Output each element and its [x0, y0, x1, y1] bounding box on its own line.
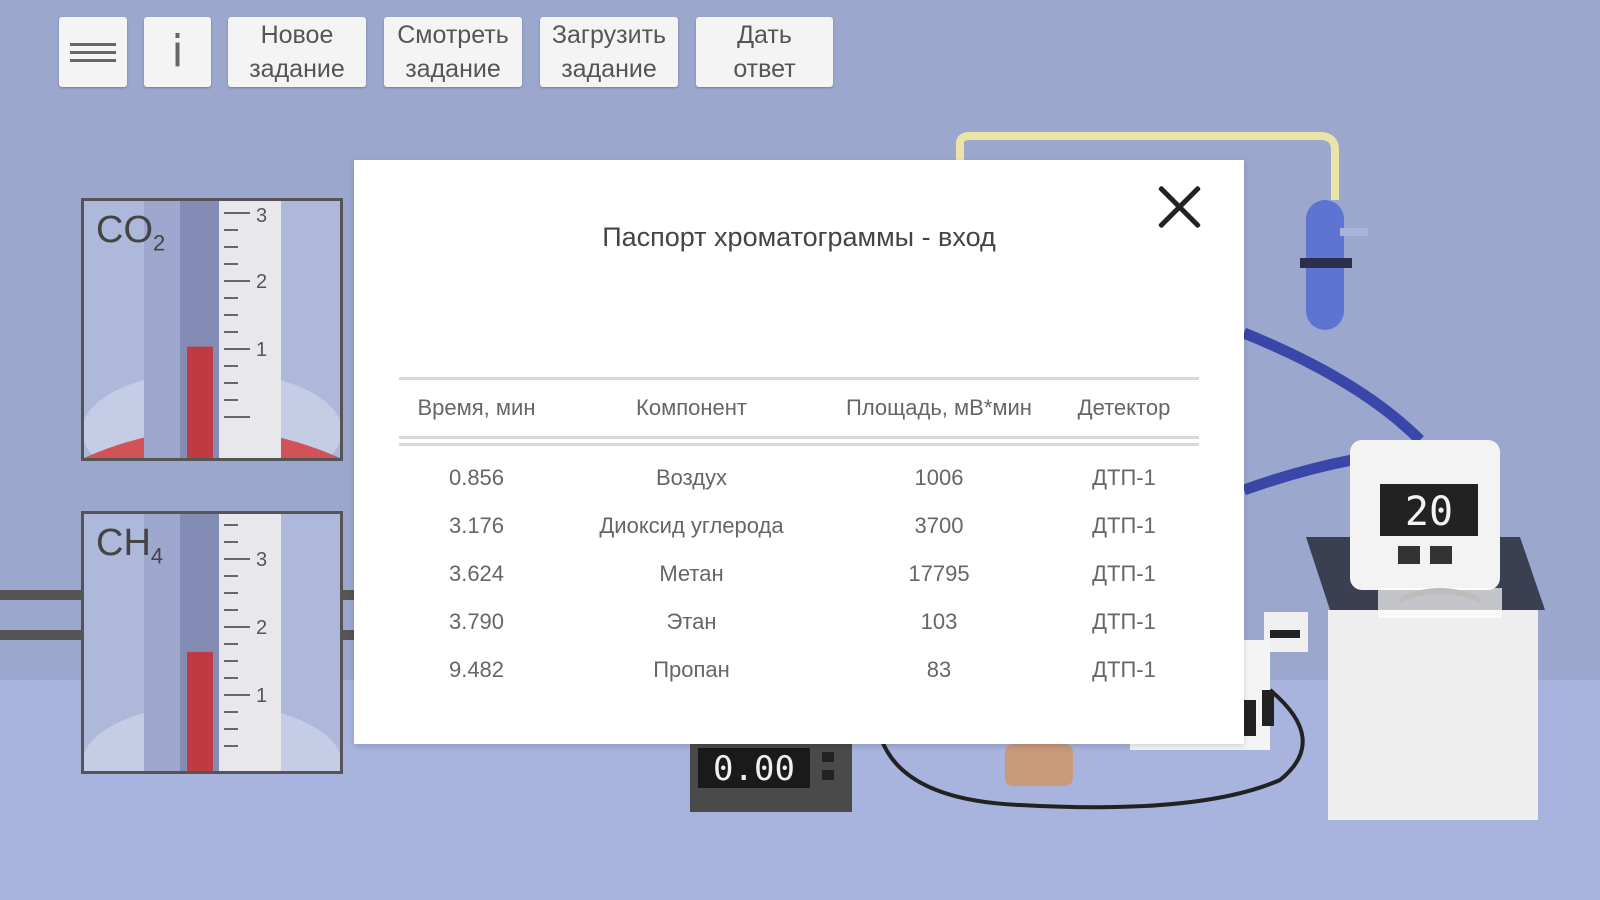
co2-scale-2: 2 — [256, 271, 268, 293]
table-row: 0.856 Воздух 1006 ДТП-1 — [399, 454, 1199, 502]
cell-time: 0.856 — [448, 465, 505, 490]
cell-component: Воздух — [655, 465, 728, 490]
cell-area: 103 — [920, 609, 958, 634]
cell-time: 3.624 — [448, 561, 505, 586]
ch4-scale-2: 2 — [256, 617, 268, 639]
co2-scale-3: 3 — [256, 205, 268, 227]
co2-label: CO2 — [96, 209, 166, 256]
give-answer-button[interactable]: Дать ответ — [696, 17, 833, 87]
dialog-title: Паспорт хроматограммы - вход — [602, 222, 996, 252]
cell-detector: ДТП-1 — [1092, 465, 1156, 490]
table-row: 3.624 Метан 17795 ДТП-1 — [399, 550, 1199, 598]
cell-detector: ДТП-1 — [1092, 561, 1156, 586]
ch4-scale-3: 3 — [256, 549, 268, 571]
cell-time: 3.790 — [448, 609, 505, 634]
co2-gauge: CO2 3 2 1 — [81, 198, 343, 461]
chromatogram-table: Время, мин Компонент Площадь, мВ*мин Дет… — [399, 377, 1199, 694]
cell-detector: ДТП-1 — [1092, 609, 1156, 634]
table-header: Время, мин Компонент Площадь, мВ*мин Дет… — [399, 380, 1199, 436]
ch4-gauge: CH4 3 2 1 — [81, 511, 343, 774]
load-task-button[interactable]: Загрузить задание — [540, 17, 678, 87]
cell-detector: ДТП-1 — [1092, 513, 1156, 538]
cell-area: 1006 — [914, 465, 964, 490]
info-button[interactable]: i — [144, 17, 211, 87]
ch4-liquid-column — [187, 651, 213, 771]
cell-area: 3700 — [914, 513, 964, 538]
menu-button[interactable] — [59, 17, 127, 87]
view-task-button[interactable]: Смотреть задание — [384, 17, 522, 87]
sample-jar — [1005, 744, 1073, 786]
cell-time: 9.482 — [448, 657, 505, 682]
co2-liquid-column — [187, 346, 213, 458]
cell-component: Метан — [659, 561, 724, 586]
header-area: Площадь, мВ*мин — [846, 395, 1032, 420]
ch4-label: CH4 — [96, 522, 164, 569]
cell-detector: ДТП-1 — [1092, 657, 1156, 682]
cell-component: Пропан — [653, 657, 730, 682]
cell-time: 3.176 — [448, 513, 505, 538]
cell-area: 83 — [926, 657, 952, 682]
header-component: Компонент — [636, 395, 747, 420]
cell-component: Диоксид углерода — [599, 513, 784, 538]
table-row: 9.482 Пропан 83 ДТП-1 — [399, 646, 1199, 694]
header-detector: Детектор — [1077, 395, 1171, 420]
cell-component: Этан — [666, 609, 717, 634]
thermostat-display: 20 — [1405, 489, 1453, 535]
table-row: 3.790 Этан 103 ДТП-1 — [399, 598, 1199, 646]
timer-display: 0.00 — [713, 749, 795, 789]
hamburger-icon — [70, 38, 116, 67]
header-time: Время, мин — [417, 395, 536, 420]
chromatogram-passport-dialog: Паспорт хроматограммы - вход Время, мин … — [354, 160, 1244, 744]
cell-area: 17795 — [908, 561, 970, 586]
table-row: 3.176 Диоксид углерода 3700 ДТП-1 — [399, 502, 1199, 550]
co2-scale-1: 1 — [256, 339, 268, 361]
ch4-scale-1: 1 — [256, 685, 268, 707]
new-task-button[interactable]: Новое задание — [228, 17, 366, 87]
